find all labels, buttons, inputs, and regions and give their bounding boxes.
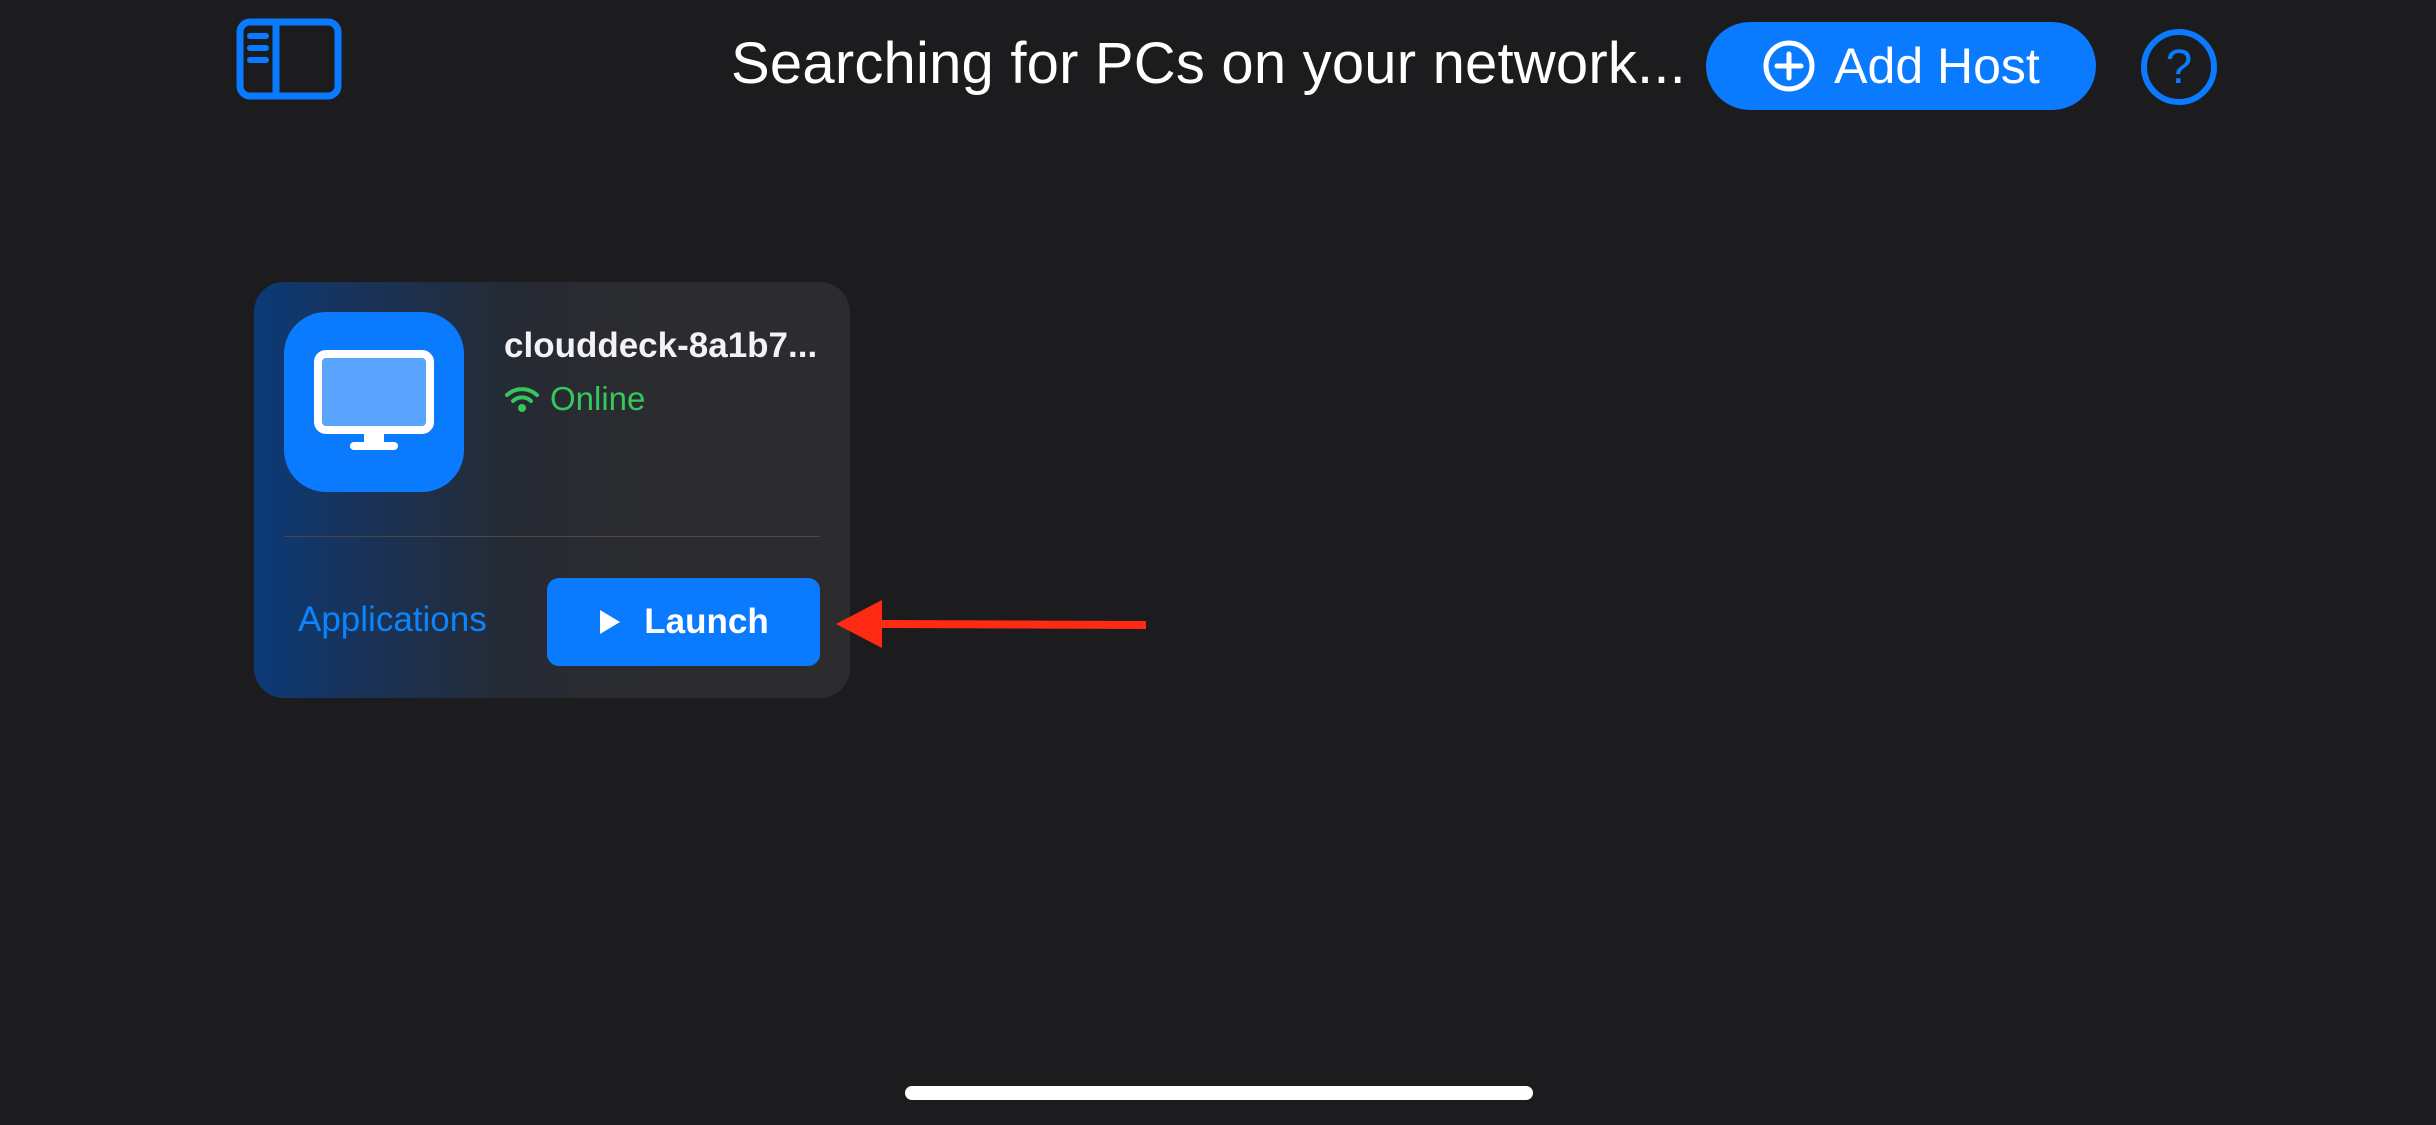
red-arrow-icon	[836, 600, 1147, 648]
help-button[interactable]: ?	[2140, 28, 2218, 106]
help-label: ?	[2166, 41, 2193, 94]
host-status: Online	[504, 380, 645, 418]
sidebar-toggle-icon	[236, 18, 342, 100]
launch-label: Launch	[644, 602, 769, 641]
sidebar-toggle-button[interactable]	[236, 18, 342, 100]
applications-button[interactable]: Applications	[298, 600, 487, 640]
plus-circle-icon	[1763, 40, 1815, 92]
add-host-label: Add Host	[1834, 38, 2040, 94]
host-list-screen: Searching for PCs on your network... Add…	[0, 0, 2436, 1125]
host-name: clouddeck-8a1b7...	[504, 326, 818, 365]
play-icon	[600, 610, 621, 634]
question-circle-icon: ?	[2141, 29, 2217, 105]
add-host-button[interactable]: Add Host	[1706, 22, 2096, 110]
home-indicator[interactable]	[905, 1086, 1533, 1100]
desktop-monitor-icon	[314, 350, 434, 450]
page-title: Searching for PCs on your network...	[731, 31, 1686, 96]
launch-button[interactable]: Launch	[547, 578, 820, 666]
wifi-icon	[505, 387, 539, 412]
status-label: Online	[550, 380, 646, 417]
host-card[interactable]: clouddeck-8a1b7... Online Applications L…	[254, 282, 850, 698]
card-divider	[284, 536, 820, 537]
host-icon-tile	[284, 312, 464, 492]
